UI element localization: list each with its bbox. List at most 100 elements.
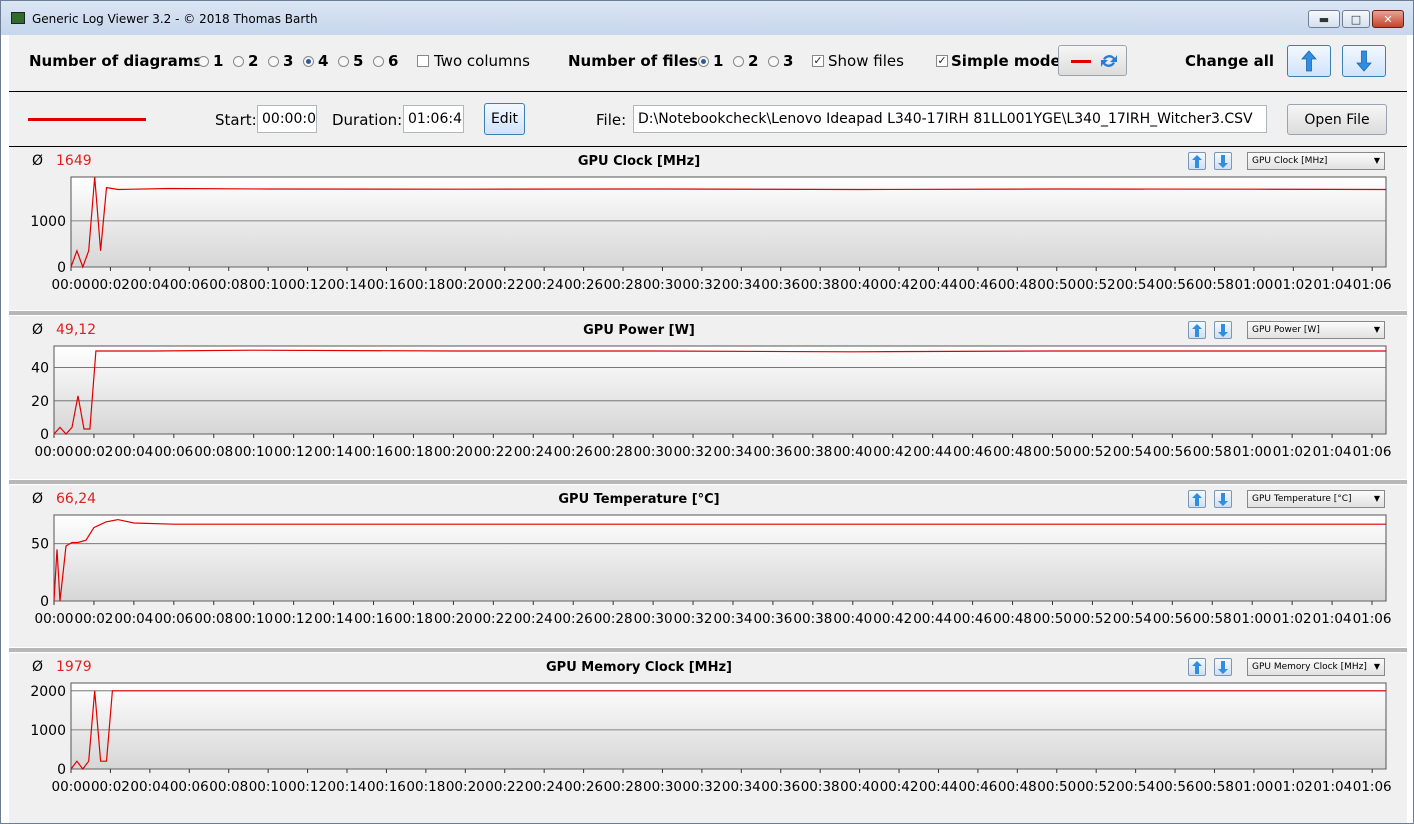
file-toolbar: Start: 00:00:00 Duration: 01:06:40 Edit …	[9, 92, 1407, 148]
x-tick-label: 00:48	[993, 611, 1032, 627]
y-tick-label: 0	[40, 594, 49, 610]
change-all-label: Change all	[1185, 52, 1275, 70]
channel-select[interactable]: GPU Temperature [°C] ▼	[1247, 490, 1385, 508]
panel-divider	[9, 648, 1407, 652]
color-refresh-button[interactable]	[1058, 45, 1127, 76]
open-file-button[interactable]: Open File	[1287, 104, 1387, 135]
x-tick-label: 00:16	[354, 444, 393, 460]
files-radio-1-label: 1	[713, 52, 724, 70]
diagrams-radio-3[interactable]	[268, 56, 279, 67]
diagrams-radio-4[interactable]	[303, 56, 314, 67]
x-tick-label: 00:42	[873, 444, 912, 460]
x-tick-label: 00:38	[793, 444, 832, 460]
x-tick-label: 01:00	[1234, 779, 1273, 795]
x-tick-label: 00:22	[485, 277, 524, 293]
chart-title: GPU Clock [MHz]	[577, 154, 701, 169]
show-files-checkbox[interactable]: ✓	[812, 55, 824, 67]
x-tick-label: 00:12	[288, 779, 327, 795]
chart-panel: 0 1000 2000 00:00 00:02 00:04 00:06 00:08 00:10 0…	[9, 653, 1407, 823]
move-all-up-button[interactable]	[1287, 45, 1331, 77]
x-tick-label: 00:18	[394, 611, 433, 627]
channel-select[interactable]: GPU Memory Clock [MHz] ▼	[1247, 658, 1385, 676]
x-tick-label: 01:06	[1353, 611, 1392, 627]
y-tick-label: 1000	[30, 214, 66, 230]
x-tick-label: 00:58	[1193, 444, 1232, 460]
channel-select[interactable]: GPU Power [W] ▼	[1247, 321, 1385, 339]
minimize-button[interactable]: ▬	[1308, 10, 1340, 28]
x-tick-label: 00:32	[674, 611, 713, 627]
x-tick-label: 01:02	[1273, 611, 1312, 627]
panel-divider	[9, 311, 1407, 315]
x-tick-label: 01:04	[1313, 779, 1352, 795]
y-tick-label: 40	[31, 361, 49, 377]
files-radio-2[interactable]	[733, 56, 744, 67]
x-tick-label: 00:12	[274, 611, 313, 627]
move-chart-down-button[interactable]	[1214, 658, 1232, 676]
x-tick-label: 00:12	[274, 444, 313, 460]
close-button[interactable]: ✕	[1372, 10, 1404, 28]
x-tick-label: 00:58	[1193, 611, 1232, 627]
x-tick-label: 00:00	[35, 611, 74, 627]
x-tick-label: 01:00	[1234, 277, 1273, 293]
maximize-button[interactable]: □	[1342, 10, 1370, 28]
average-value: 1649	[56, 153, 92, 169]
x-tick-label: 00:00	[52, 277, 91, 293]
x-tick-label: 00:46	[953, 444, 992, 460]
edit-button[interactable]: Edit	[484, 103, 525, 135]
x-tick-label: 00:14	[314, 611, 353, 627]
line-chart: 05000:00 00:02 00:04 00:06 00:08 00:10 00:12 00…	[31, 514, 1392, 627]
move-chart-down-button[interactable]	[1214, 490, 1232, 508]
num-diagrams-label: Number of diagrams	[29, 52, 203, 70]
move-chart-up-button[interactable]	[1188, 658, 1206, 676]
x-tick-label: 00:42	[880, 277, 919, 293]
x-tick-label: 00:14	[328, 277, 367, 293]
duration-field[interactable]: 01:06:40	[403, 105, 464, 133]
x-tick-label: 00:18	[406, 277, 445, 293]
y-tick-label: 50	[31, 537, 49, 553]
chart-title: GPU Power [W]	[583, 323, 695, 338]
simple-mode-checkbox[interactable]: ✓	[936, 55, 948, 67]
x-tick-label: 00:06	[154, 444, 193, 460]
x-tick-label: 00:36	[753, 444, 792, 460]
x-tick-label: 00:50	[1033, 611, 1072, 627]
move-chart-up-button[interactable]	[1188, 152, 1206, 170]
x-tick-label: 00:00	[35, 444, 74, 460]
files-radio-3[interactable]	[768, 56, 779, 67]
file-path-field[interactable]: D:\Notebookcheck\Lenovo Ideapad L340-17I…	[633, 105, 1267, 133]
start-field[interactable]: 00:00:00	[257, 105, 317, 133]
move-chart-up-button[interactable]	[1188, 321, 1206, 339]
diagrams-radio-6[interactable]	[373, 56, 384, 67]
duration-label: Duration:	[332, 111, 403, 129]
channel-select[interactable]: GPU Clock [MHz] ▼	[1247, 152, 1385, 170]
x-tick-label: 00:48	[998, 779, 1037, 795]
file-label: File:	[596, 111, 627, 129]
chart-title: GPU Temperature [°C]	[558, 492, 720, 507]
x-tick-label: 00:50	[1037, 779, 1076, 795]
file-line-color-swatch[interactable]	[28, 118, 146, 121]
move-chart-down-button[interactable]	[1214, 321, 1232, 339]
x-tick-label: 00:48	[993, 444, 1032, 460]
arrow-down-icon	[1218, 493, 1228, 506]
x-tick-label: 00:42	[873, 611, 912, 627]
move-chart-down-button[interactable]	[1214, 152, 1232, 170]
files-radio-1[interactable]	[698, 56, 709, 67]
x-tick-label: 01:04	[1313, 277, 1352, 293]
x-tick-label: 00:32	[682, 277, 721, 293]
move-chart-up-button[interactable]	[1188, 490, 1206, 508]
x-tick-label: 00:28	[604, 277, 643, 293]
x-tick-label: 00:04	[114, 611, 153, 627]
diagrams-radio-5[interactable]	[338, 56, 349, 67]
y-tick-label: 1000	[30, 723, 66, 739]
x-tick-label: 00:54	[1113, 611, 1152, 627]
two-columns-checkbox[interactable]	[417, 55, 429, 67]
x-tick-label: 00:50	[1037, 277, 1076, 293]
average-value: 1979	[56, 659, 92, 675]
move-all-down-button[interactable]	[1342, 45, 1386, 77]
x-tick-label: 00:02	[74, 444, 113, 460]
x-tick-label: 00:08	[209, 779, 248, 795]
diagrams-radio-1[interactable]	[198, 56, 209, 67]
diagrams-radio-2[interactable]	[233, 56, 244, 67]
x-tick-label: 01:02	[1274, 277, 1313, 293]
x-tick-label: 00:56	[1153, 444, 1192, 460]
x-tick-label: 01:04	[1313, 444, 1352, 460]
